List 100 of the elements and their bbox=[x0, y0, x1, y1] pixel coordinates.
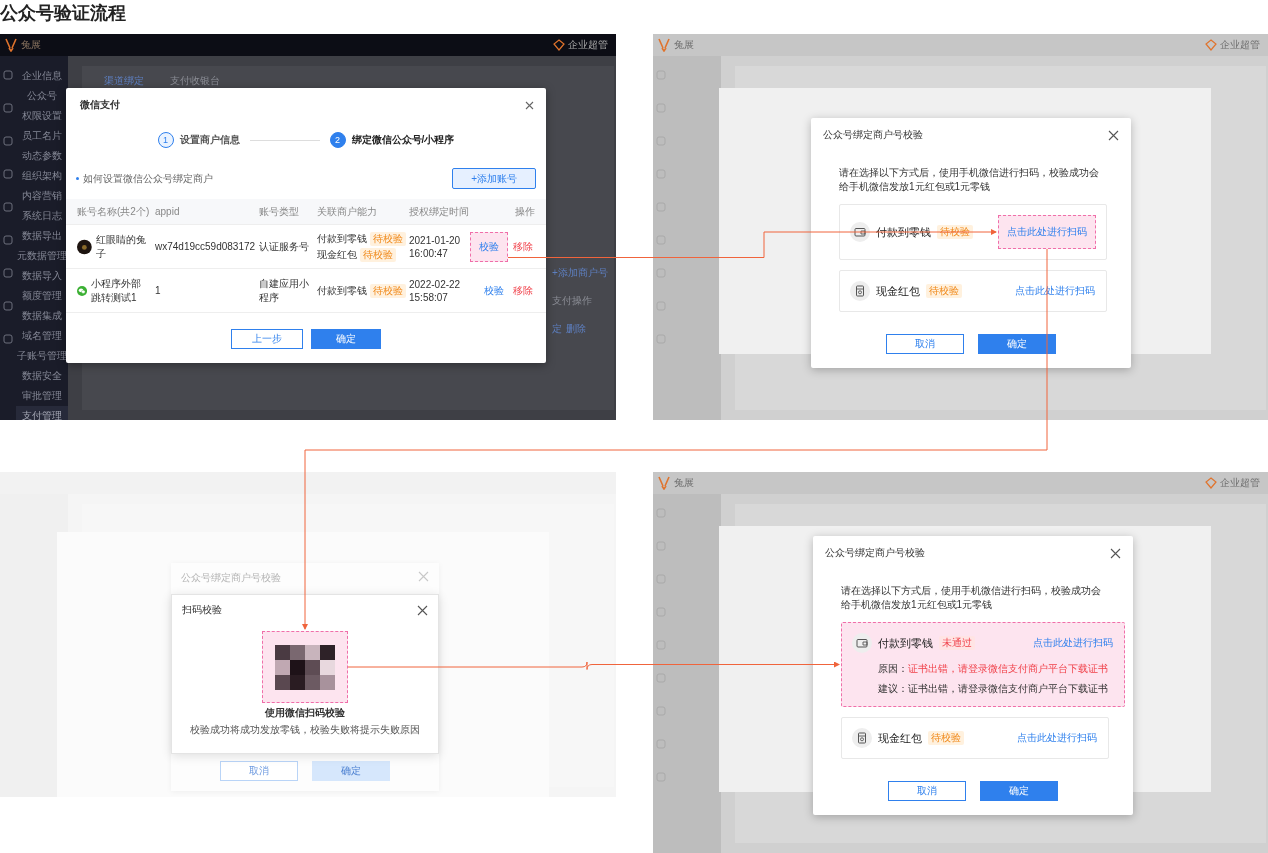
logo-text: 兔展 bbox=[674, 38, 694, 52]
tab[interactable]: 支付收银台 bbox=[170, 74, 220, 89]
table-cell-text: wx74d19cc59d083172 bbox=[155, 241, 257, 252]
close-icon[interactable] bbox=[525, 100, 534, 110]
scan-link[interactable]: 点击此处进行扫码 bbox=[998, 215, 1096, 249]
rounded-square-icon bbox=[3, 301, 13, 311]
cancel-button[interactable]: 取消 bbox=[888, 781, 966, 801]
menu-item[interactable]: 审批管理 bbox=[16, 386, 68, 406]
column-header: 账号名称(共2个) bbox=[77, 204, 151, 219]
ears-logo-icon bbox=[4, 38, 18, 52]
menu-item[interactable]: 内容营销 bbox=[16, 186, 68, 206]
status-tag: 未通过 bbox=[939, 636, 975, 650]
diamond-icon bbox=[1205, 39, 1217, 51]
ability-name: 付款到零钱 bbox=[317, 283, 367, 298]
close-icon[interactable] bbox=[1108, 129, 1119, 141]
menu-item[interactable]: 员工名片 bbox=[16, 126, 68, 146]
row-link[interactable]: 定 bbox=[552, 322, 562, 336]
scan-link[interactable]: 点击此处进行扫码 bbox=[1016, 730, 1098, 746]
menu-item[interactable]: 子账号管理 bbox=[16, 346, 68, 366]
page-title: 公众号验证流程 bbox=[0, 2, 126, 25]
menu-item[interactable]: 数据导入 bbox=[16, 266, 68, 286]
cancel-button[interactable]: 取消 bbox=[220, 761, 298, 781]
column-header: 授权绑定时间 bbox=[409, 204, 469, 219]
instruction-text: 请在选择以下方式后，使用手机微信进行扫码，校验成功会给手机微信发放1元红包或1元零钱 bbox=[839, 166, 1100, 194]
diamond-icon bbox=[553, 39, 565, 51]
scan-note: 校验成功将成功发放零钱，校验失败将提示失败原因 bbox=[189, 723, 421, 737]
menu-item[interactable]: 企业信息 bbox=[16, 66, 68, 86]
rounded-square-icon bbox=[3, 268, 13, 278]
rounded-square-icon bbox=[3, 169, 13, 179]
table-cell-text: 1 bbox=[155, 285, 162, 296]
dialog-title: 公众号绑定商户号校验 bbox=[181, 571, 281, 585]
dialog-title: 公众号绑定商户号校验 bbox=[823, 128, 923, 142]
confirm-button[interactable]: 确定 bbox=[311, 329, 381, 349]
help-link[interactable]: 如何设置微信公众号绑定商户 bbox=[83, 171, 213, 186]
table-cell-text: 认证服务号 bbox=[259, 239, 310, 254]
ability-name: 现金红包 bbox=[317, 247, 357, 262]
close-icon[interactable] bbox=[417, 604, 428, 616]
option-label: 付款到零钱 bbox=[876, 224, 931, 240]
close-icon[interactable] bbox=[1110, 547, 1121, 559]
confirm-button[interactable]: 确定 bbox=[312, 761, 390, 781]
advice-text: 证书出错，请登录微信支付商户平台下载证书 bbox=[908, 683, 1108, 694]
action-text: 支付操作 bbox=[552, 294, 593, 308]
time-text: 16:00:47 bbox=[409, 247, 449, 259]
option-label: 现金红包 bbox=[878, 730, 922, 746]
ears-logo-icon bbox=[657, 38, 671, 52]
dialog-title: 微信支付 bbox=[80, 98, 120, 112]
menu-item[interactable]: 支付管理 bbox=[16, 406, 68, 420]
dialog-title: 公众号绑定商户号校验 bbox=[825, 546, 925, 560]
verify-link[interactable]: 校验 bbox=[480, 282, 508, 299]
back-button[interactable]: 上一步 bbox=[231, 329, 303, 349]
column-header: appid bbox=[155, 206, 181, 217]
status-tag: 待校验 bbox=[370, 283, 406, 298]
step-label: 绑定微信公众号/小程序 bbox=[351, 133, 455, 147]
avatar-image bbox=[77, 238, 92, 255]
menu-item[interactable]: 系统日志 bbox=[16, 206, 68, 226]
remove-link[interactable]: 移除 bbox=[511, 239, 535, 254]
user-name: 企业超管 bbox=[1220, 38, 1260, 52]
rounded-square-icon bbox=[3, 136, 13, 146]
account-name: 小程序外部跳转测试1 bbox=[91, 276, 143, 305]
column-header: 账号类型 bbox=[259, 204, 300, 219]
reason-label: 原因： bbox=[878, 663, 908, 674]
scan-caption: 使用微信扫码校验 bbox=[264, 706, 346, 720]
date-text: 2022-02-22 bbox=[409, 278, 462, 290]
status-tag: 待校验 bbox=[937, 225, 973, 239]
verify-link[interactable]: 校验 bbox=[470, 231, 508, 262]
menu-item[interactable]: 元数据管理 bbox=[16, 246, 68, 266]
logo-text: 兔展 bbox=[21, 38, 41, 52]
menu-item[interactable]: 动态参数 bbox=[16, 146, 68, 166]
advice-label: 建议： bbox=[878, 683, 908, 694]
option-label: 付款到零钱 bbox=[878, 635, 933, 651]
diamond-icon bbox=[1205, 477, 1217, 489]
column-header: 关联商户能力 bbox=[317, 204, 378, 219]
row-link[interactable]: 删除 bbox=[566, 322, 586, 336]
remove-link[interactable]: 移除 bbox=[511, 283, 535, 298]
user-name: 企业超管 bbox=[1220, 476, 1260, 490]
cash-envelope-icon bbox=[852, 728, 872, 748]
menu-item[interactable]: 数据导出 bbox=[16, 226, 68, 246]
scan-link[interactable]: 点击此处进行扫码 bbox=[1032, 635, 1114, 651]
menu-item[interactable]: 组织架构 bbox=[16, 166, 68, 186]
scan-link[interactable]: 点击此处进行扫码 bbox=[1014, 283, 1096, 299]
column-header: 操作 bbox=[515, 204, 535, 219]
status-tag: 待校验 bbox=[928, 731, 964, 745]
step-label: 设置商户信息 bbox=[179, 133, 240, 147]
menu-item[interactable]: 数据安全 bbox=[16, 366, 68, 386]
menu-item[interactable]: 数据集成 bbox=[16, 306, 68, 326]
status-tag: 待校验 bbox=[360, 247, 396, 262]
menu-item[interactable]: 权限设置 bbox=[16, 106, 68, 126]
cancel-button[interactable]: 取消 bbox=[886, 334, 964, 354]
confirm-button[interactable]: 确定 bbox=[980, 781, 1058, 801]
time-text: 15:58:07 bbox=[409, 291, 449, 303]
cash-envelope-icon bbox=[850, 281, 870, 301]
rounded-square-icon bbox=[3, 235, 13, 245]
menu-item[interactable]: 域名管理 bbox=[16, 326, 68, 346]
confirm-button[interactable]: 确定 bbox=[978, 334, 1056, 354]
rounded-square-icon bbox=[3, 103, 13, 113]
add-merchant-link[interactable]: +添加商户号 bbox=[552, 266, 614, 280]
step-number: 1 bbox=[157, 132, 174, 148]
add-account-button[interactable]: +添加账号 bbox=[452, 168, 536, 189]
menu-item[interactable]: 公众号 bbox=[16, 86, 68, 106]
menu-item[interactable]: 额度管理 bbox=[16, 286, 68, 306]
